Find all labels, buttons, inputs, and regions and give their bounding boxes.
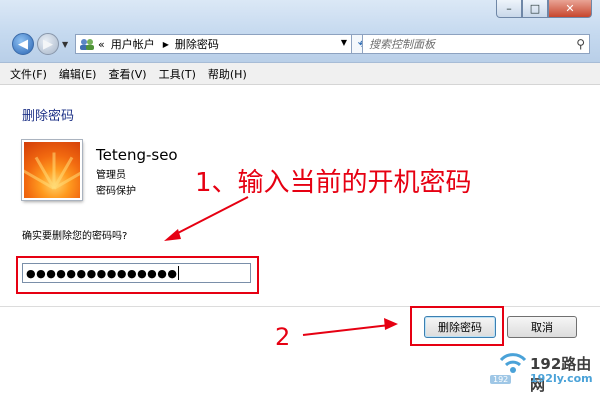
step2-arrowhead xyxy=(384,318,398,330)
step1-arrow xyxy=(171,196,249,237)
step2-arrow xyxy=(302,324,391,336)
wifi-logo-icon xyxy=(499,353,527,373)
annotation-arrows xyxy=(164,196,398,336)
watermark-site: 192ly.com xyxy=(530,372,593,385)
step1-arrowhead xyxy=(164,229,181,241)
watermark-ip-badge: 192 xyxy=(490,375,512,384)
